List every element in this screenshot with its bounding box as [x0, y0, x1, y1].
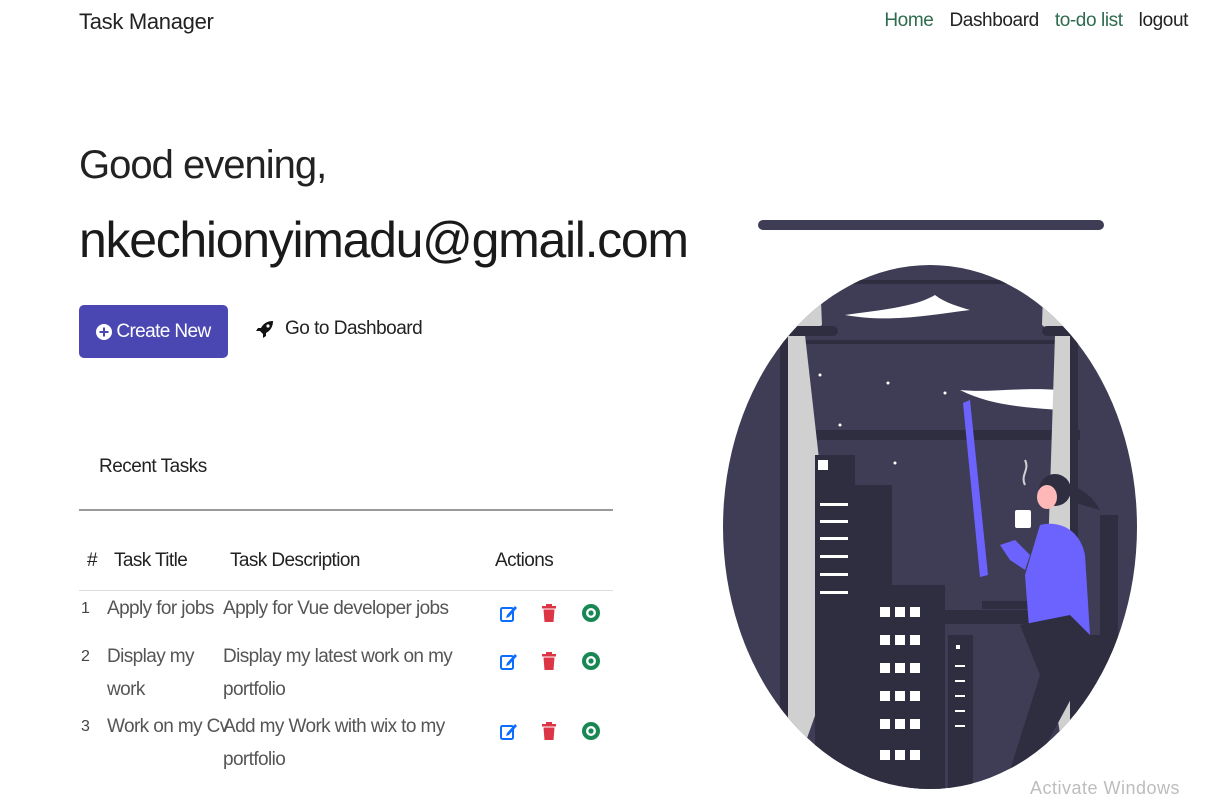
nav-logout[interactable]: logout	[1139, 10, 1189, 32]
task-description-line-2: portfolio	[223, 679, 286, 700]
edit-icon[interactable]	[499, 603, 519, 623]
nav-home[interactable]: Home	[884, 10, 933, 32]
task-description-line-2: portfolio	[223, 749, 286, 770]
brand-logo[interactable]: Task Manager	[79, 9, 214, 35]
column-header-title: Task Title	[114, 550, 188, 571]
task-title-line-1: Display my	[107, 646, 195, 667]
task-description: Apply for Vue developer jobs	[223, 598, 449, 619]
eye-icon[interactable]	[581, 721, 601, 741]
column-header-actions: Actions	[495, 550, 554, 571]
task-title-line-2: work	[107, 679, 145, 700]
navbar: Task Manager Home Dashboard to-do list l…	[0, 0, 1226, 46]
edit-icon[interactable]	[499, 651, 519, 671]
row-number: 2	[81, 648, 90, 665]
trash-icon[interactable]	[539, 721, 559, 741]
row-number: 3	[81, 718, 90, 735]
activate-windows-watermark: Activate Windows	[1030, 778, 1181, 798]
column-header-description: Task Description	[230, 550, 360, 571]
task-description-line-1: Add my Work with wix to my	[223, 716, 445, 737]
nav-dashboard[interactable]: Dashboard	[949, 10, 1039, 32]
header-rule	[79, 590, 613, 591]
column-header-number: #	[87, 550, 98, 571]
plus-circle-icon	[96, 323, 113, 340]
create-new-label: Create New	[116, 320, 211, 342]
row-number: 1	[81, 600, 90, 617]
night-work-illustration	[723, 220, 1137, 789]
task-title: Apply for jobs	[107, 598, 214, 619]
trash-icon[interactable]	[539, 603, 559, 623]
nav-todo-list[interactable]: to-do list	[1055, 10, 1123, 32]
trash-icon[interactable]	[539, 651, 559, 671]
go-to-dashboard-label: Go to Dashboard	[285, 318, 423, 339]
eye-icon[interactable]	[581, 603, 601, 623]
task-description-line-1: Display my latest work on my	[223, 646, 453, 667]
nav-links: Home Dashboard to-do list logout	[884, 10, 1188, 32]
eye-icon[interactable]	[581, 651, 601, 671]
greeting-text: Good evening,	[79, 143, 327, 187]
task-title: Work on my Cv	[107, 716, 229, 737]
user-email: nkechionyimadu@gmail.com	[79, 212, 689, 268]
create-new-button[interactable]: Create New	[79, 305, 228, 358]
edit-icon[interactable]	[499, 721, 519, 741]
rocket-icon	[256, 321, 273, 338]
recent-tasks-heading: Recent Tasks	[99, 456, 207, 477]
section-divider	[79, 509, 613, 511]
go-to-dashboard-link[interactable]: Go to Dashboard	[255, 318, 423, 340]
